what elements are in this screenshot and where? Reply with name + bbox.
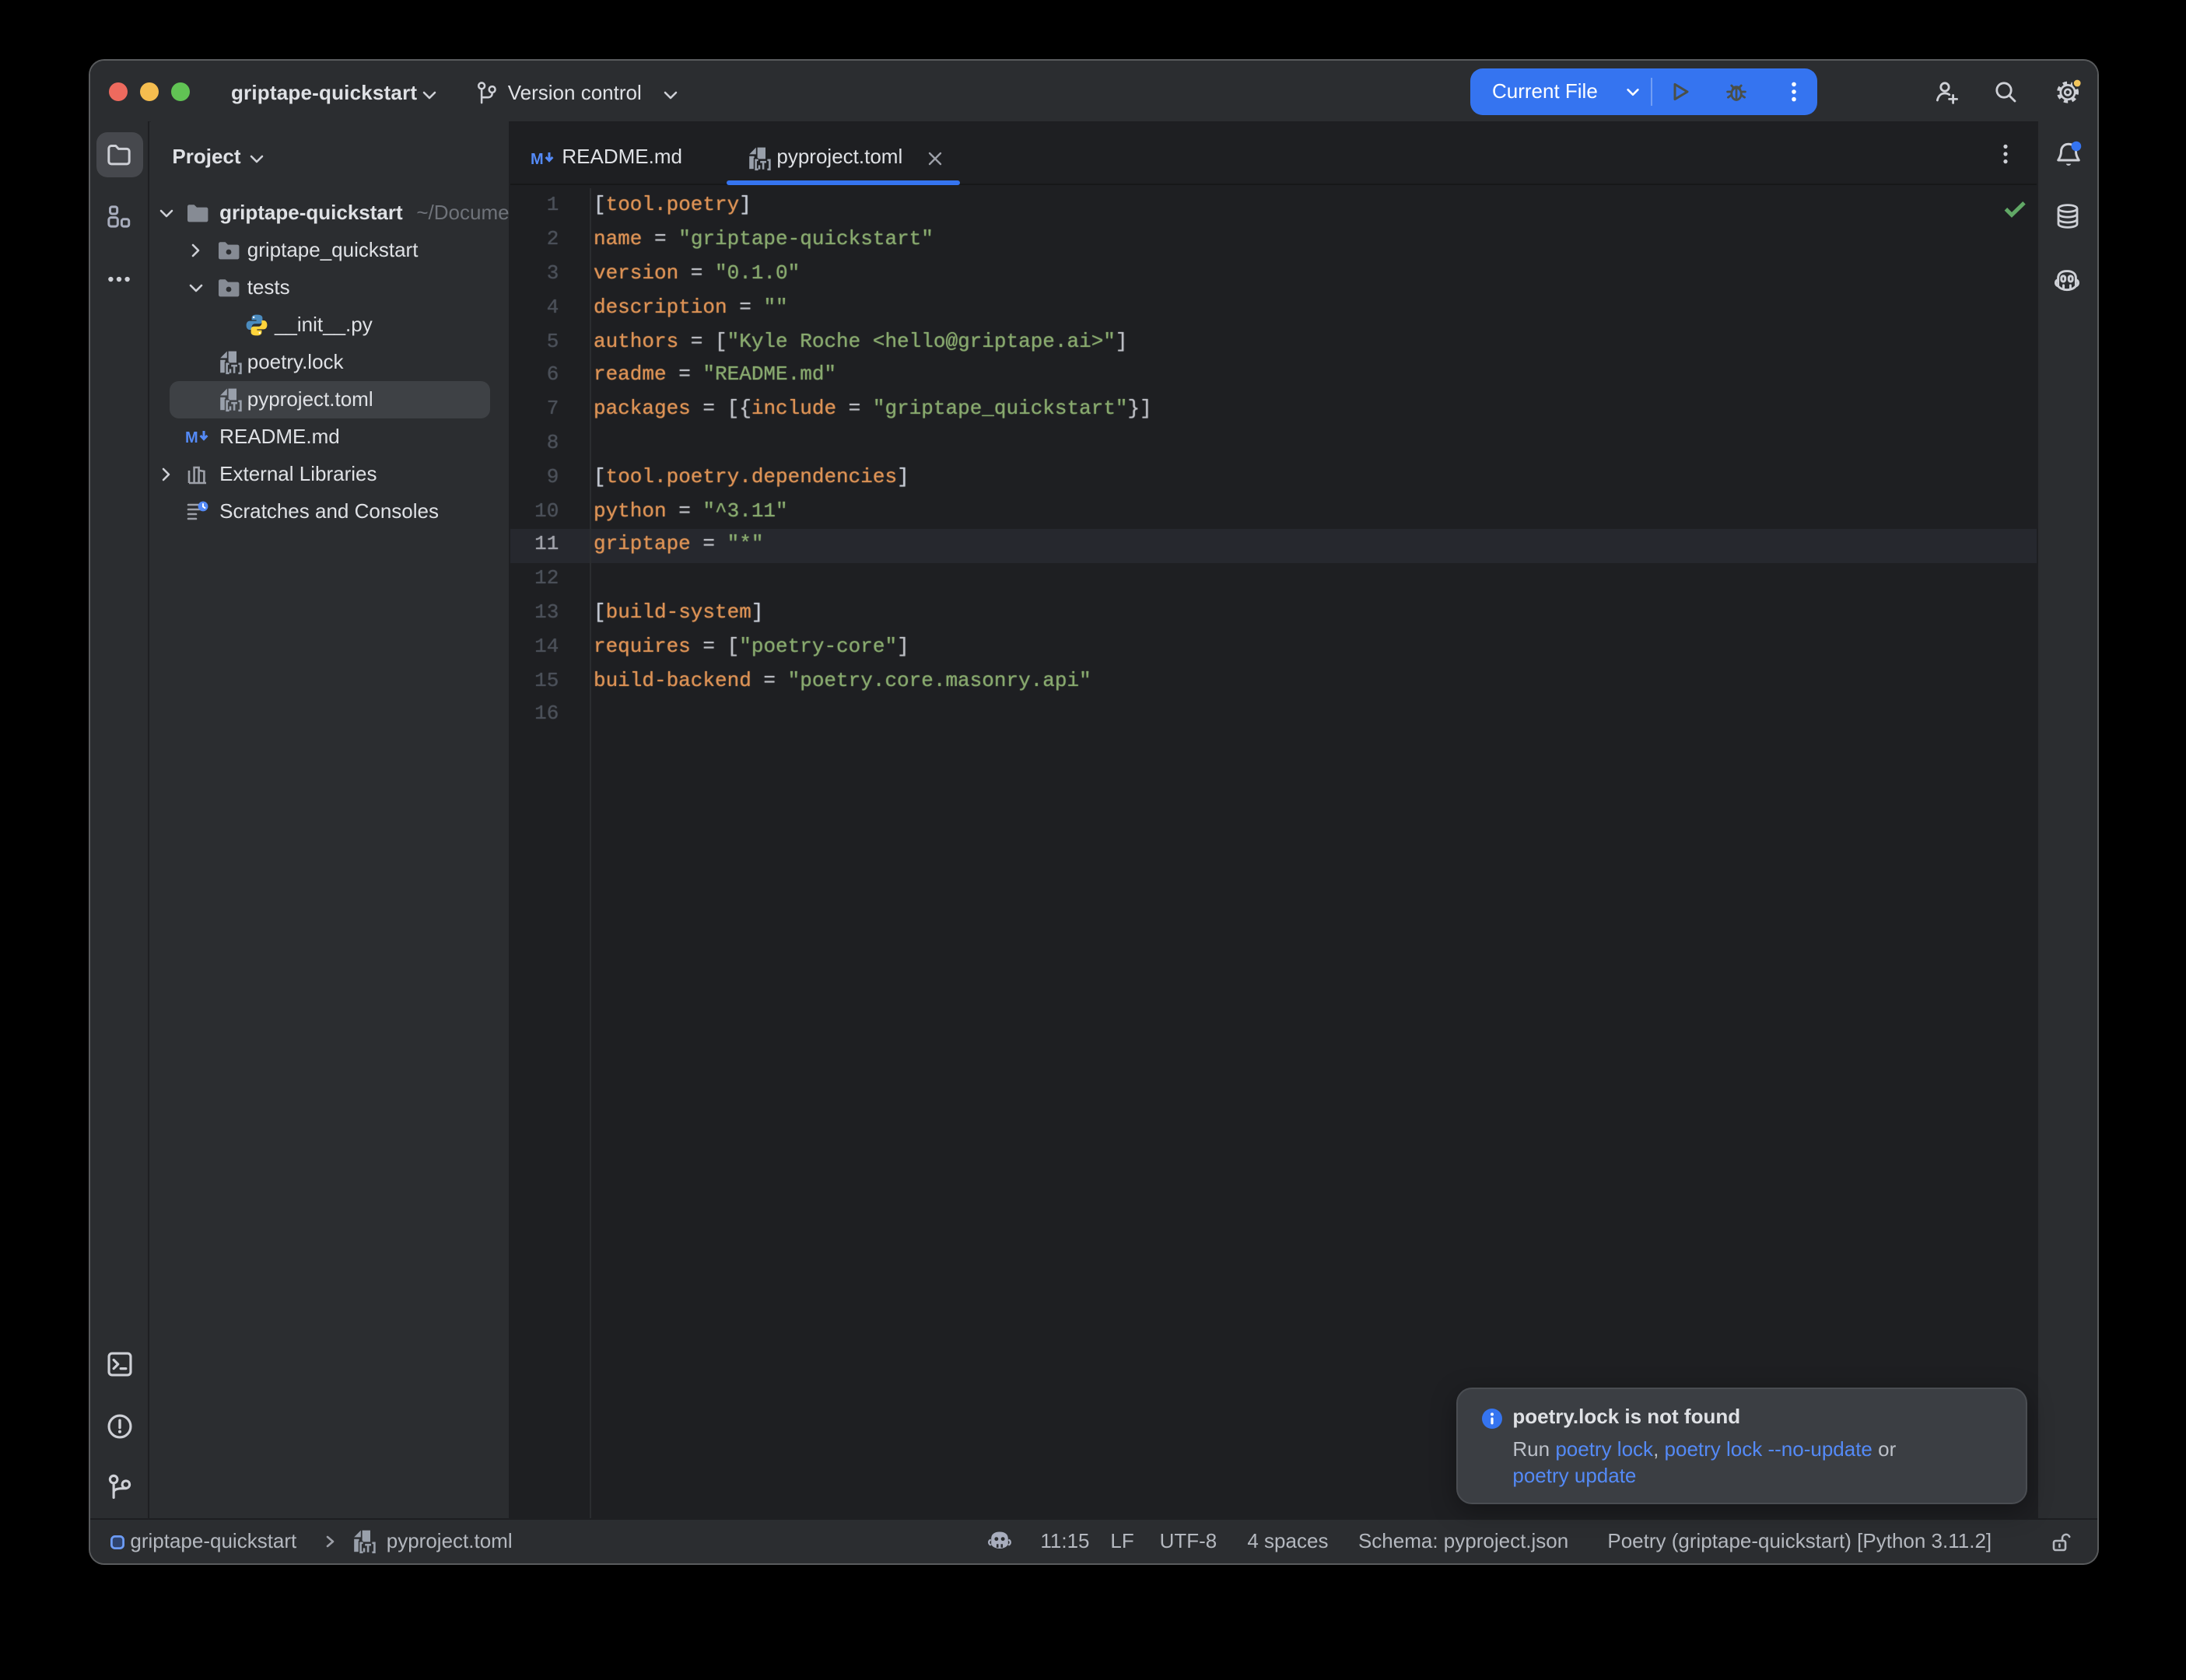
svg-text:M: M	[531, 152, 544, 169]
svg-text:M: M	[185, 429, 198, 446]
